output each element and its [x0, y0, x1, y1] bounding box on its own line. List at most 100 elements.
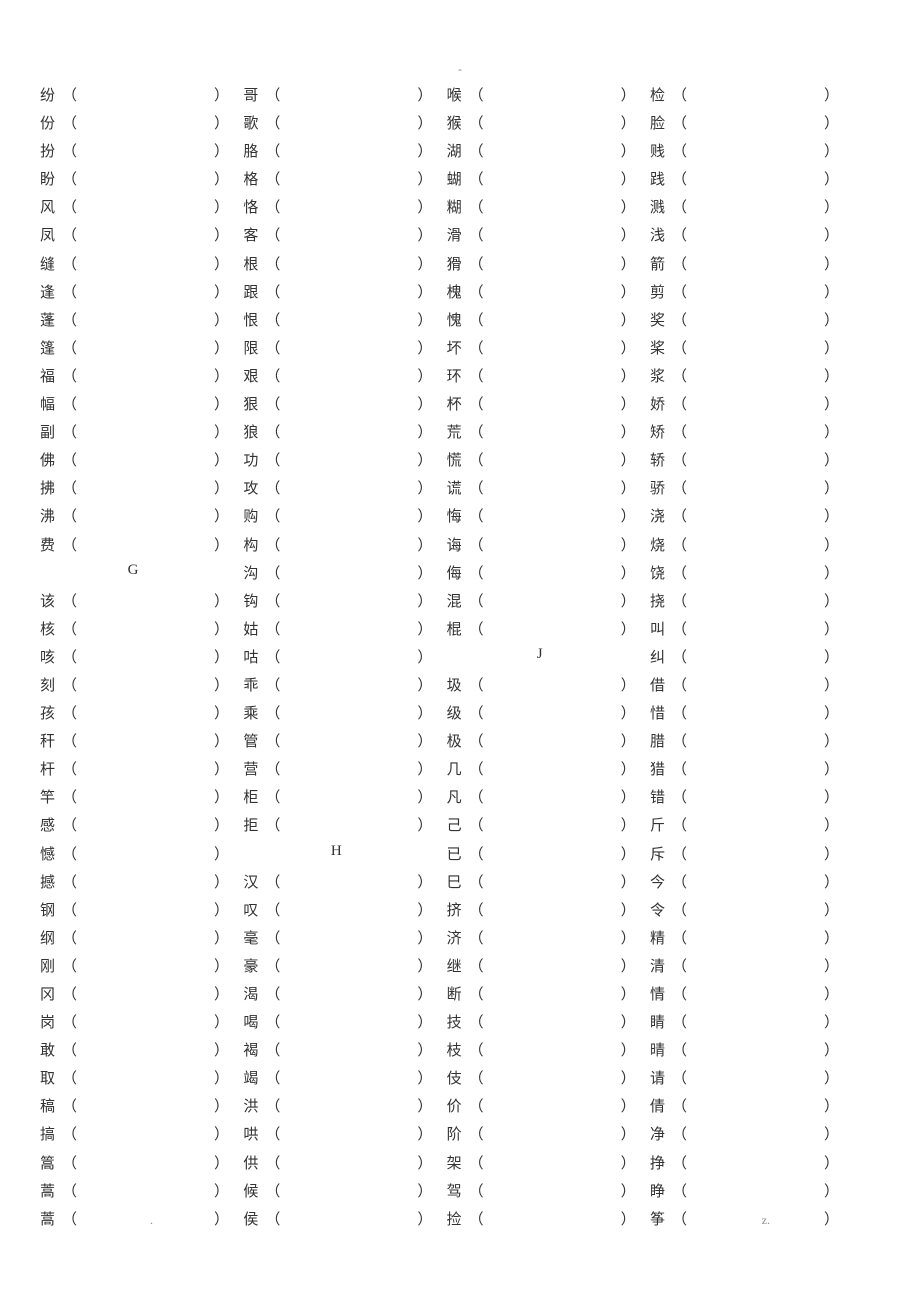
- right-paren: ）: [824, 505, 840, 526]
- left-paren: （: [62, 590, 78, 611]
- left-paren: （: [469, 224, 485, 245]
- char: 湖: [447, 140, 467, 161]
- right-paren: ）: [417, 618, 433, 639]
- right-paren: ）: [214, 1208, 230, 1229]
- right-paren: ）: [824, 562, 840, 583]
- char: 侮: [447, 562, 467, 583]
- right-paren: ）: [621, 1067, 637, 1088]
- right-paren: ）: [621, 843, 637, 864]
- right-paren: ）: [621, 1180, 637, 1201]
- char: 睁: [650, 1180, 670, 1201]
- char: 汉: [243, 871, 263, 892]
- right-paren: ）: [621, 814, 637, 835]
- char: 惜: [650, 702, 670, 723]
- char-entry: 哥（）: [243, 84, 433, 112]
- char: 艰: [243, 365, 263, 386]
- char-entry: 拒（）: [243, 814, 433, 842]
- char: 环: [447, 365, 467, 386]
- left-paren: （: [672, 899, 688, 920]
- char-entry: 倩（）: [650, 1095, 840, 1123]
- right-paren: ）: [214, 1095, 230, 1116]
- right-paren: ）: [214, 1123, 230, 1144]
- char: 钩: [243, 590, 263, 611]
- right-paren: ）: [214, 871, 230, 892]
- right-paren: ）: [621, 421, 637, 442]
- right-paren: ）: [824, 646, 840, 667]
- right-paren: ）: [621, 758, 637, 779]
- left-paren: （: [62, 843, 78, 864]
- char: 谎: [447, 477, 467, 498]
- left-paren: （: [265, 1095, 281, 1116]
- char: 断: [447, 983, 467, 1004]
- char: 凤: [40, 224, 60, 245]
- char: 令: [650, 899, 670, 920]
- left-paren: （: [265, 309, 281, 330]
- char-entry: 敢（）: [40, 1039, 230, 1067]
- char: 购: [243, 505, 263, 526]
- char: 乘: [243, 702, 263, 723]
- left-paren: （: [469, 730, 485, 751]
- char-entry: 杯（）: [447, 393, 637, 421]
- right-paren: ）: [824, 590, 840, 611]
- char: 取: [40, 1067, 60, 1088]
- left-paren: （: [469, 562, 485, 583]
- char: 攻: [243, 477, 263, 498]
- char: 沟: [243, 562, 263, 583]
- right-paren: ）: [214, 1067, 230, 1088]
- left-paren: （: [265, 505, 281, 526]
- char: 乖: [243, 674, 263, 695]
- right-paren: ）: [824, 814, 840, 835]
- left-paren: （: [62, 337, 78, 358]
- right-paren: ）: [214, 112, 230, 133]
- char: 借: [650, 674, 670, 695]
- char: 浆: [650, 365, 670, 386]
- left-paren: （: [62, 421, 78, 442]
- char: 供: [243, 1152, 263, 1173]
- left-paren: （: [62, 646, 78, 667]
- right-paren: ）: [214, 505, 230, 526]
- char-entry: 叹（）: [243, 899, 433, 927]
- right-paren: ）: [621, 112, 637, 133]
- char-entry: 歌（）: [243, 112, 433, 140]
- char-entry: 架（）: [447, 1152, 637, 1180]
- char-entry: 桨（）: [650, 337, 840, 365]
- right-paren: ）: [417, 168, 433, 189]
- left-paren: （: [265, 814, 281, 835]
- char-entry: 精（）: [650, 927, 840, 955]
- char: 糊: [447, 196, 467, 217]
- char-entry: 剪（）: [650, 281, 840, 309]
- left-paren: （: [469, 899, 485, 920]
- right-paren: ）: [824, 927, 840, 948]
- char: 圾: [447, 674, 467, 695]
- char-entry: 情（）: [650, 983, 840, 1011]
- right-paren: ）: [824, 421, 840, 442]
- right-paren: ）: [417, 1152, 433, 1173]
- right-paren: ）: [417, 365, 433, 386]
- char-entry: 环（）: [447, 365, 637, 393]
- right-paren: ）: [824, 309, 840, 330]
- right-paren: ）: [214, 674, 230, 695]
- char: 脸: [650, 112, 670, 133]
- left-paren: （: [265, 84, 281, 105]
- char-entry: 姑（）: [243, 618, 433, 646]
- char-entry: 坏（）: [447, 337, 637, 365]
- left-paren: （: [672, 1039, 688, 1060]
- char: 营: [243, 758, 263, 779]
- char-entry: 孩（）: [40, 702, 230, 730]
- char: 纲: [40, 927, 60, 948]
- char-entry: 艰（）: [243, 365, 433, 393]
- left-paren: （: [469, 1208, 485, 1229]
- section-letter: G: [128, 562, 143, 579]
- char: 愧: [447, 309, 467, 330]
- left-paren: （: [672, 281, 688, 302]
- left-paren: （: [62, 534, 78, 555]
- char: 践: [650, 168, 670, 189]
- left-paren: （: [265, 1152, 281, 1173]
- char: 悔: [447, 505, 467, 526]
- char-entry: 核（）: [40, 618, 230, 646]
- left-paren: （: [672, 674, 688, 695]
- left-paren: （: [672, 1208, 688, 1229]
- right-paren: ）: [214, 843, 230, 864]
- char-entry: 济（）: [447, 927, 637, 955]
- char: 斥: [650, 843, 670, 864]
